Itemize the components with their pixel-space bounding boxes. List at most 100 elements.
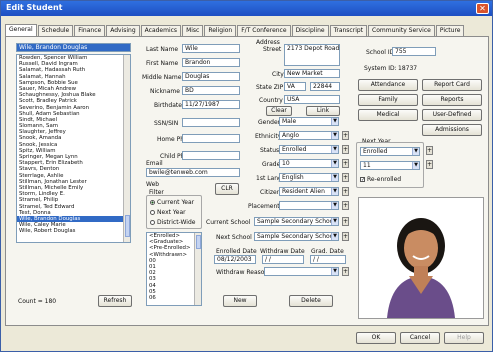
ethnicity-add-button[interactable]: + — [342, 131, 349, 140]
web-list-scrollbar[interactable] — [194, 233, 201, 305]
tab-finance[interactable]: Finance — [74, 25, 106, 36]
ethnicity-label: Ethnicity — [255, 133, 282, 140]
user-defined-button[interactable]: User-Defined — [422, 109, 482, 121]
tab-community-service[interactable]: Community Service — [368, 25, 435, 36]
district-wide-radio[interactable]: District-Wide — [150, 219, 195, 226]
enrolled-date-field[interactable]: 08/12/2003 — [214, 255, 256, 264]
ok-button[interactable]: OK — [356, 332, 396, 344]
birthdate-field[interactable]: 11/27/1987 — [182, 100, 240, 109]
tab-f-t-conference[interactable]: F/T Conference — [237, 25, 291, 36]
country-label: Country — [259, 97, 283, 104]
placement-add-button[interactable]: + — [342, 201, 349, 210]
grade-add-button[interactable]: + — [342, 159, 349, 168]
tab-advising[interactable]: Advising — [106, 25, 140, 36]
ethnicity-select[interactable]: Anglo ▼ — [279, 131, 339, 140]
nickname-label: Nickname — [150, 88, 180, 95]
next-year-status-select[interactable]: Enrolled ▼ — [360, 147, 420, 156]
ssn-field[interactable] — [182, 118, 240, 127]
report-card-button[interactable]: Report Card — [422, 79, 482, 91]
last-name-field[interactable]: Wile — [182, 44, 240, 53]
ssn-label: SSN/SIN — [154, 120, 179, 127]
citizen-select[interactable]: Resident Alien ▼ — [279, 187, 339, 196]
school-id-label: School ID — [366, 49, 395, 56]
delete-button[interactable]: Delete — [289, 295, 333, 307]
student-list[interactable]: Rowden, Spencer William Russell, David In… — [16, 54, 131, 243]
next-grade-add-button[interactable]: + — [426, 160, 433, 169]
state-field[interactable]: VA — [284, 82, 306, 91]
next-school-add-button[interactable]: + — [342, 232, 349, 241]
medical-button[interactable]: Medical — [358, 109, 418, 121]
middle-name-field[interactable]: Douglas — [182, 72, 240, 81]
first-language-add-button[interactable]: + — [342, 173, 349, 182]
status-label: Status — [260, 147, 280, 154]
student-list-scrollbar[interactable] — [123, 55, 130, 242]
tab-misc[interactable]: Misc — [182, 25, 204, 36]
system-id-value: 18737 — [398, 65, 418, 72]
filter-group: Current Year Next Year District-Wide — [146, 195, 202, 229]
admissions-button[interactable]: Admissions — [422, 124, 482, 136]
new-button[interactable]: New — [223, 295, 257, 307]
grad-date-field[interactable]: / / — [310, 255, 346, 264]
nickname-field[interactable]: BD — [182, 86, 240, 95]
tab-religion[interactable]: Religion — [204, 25, 237, 36]
list-item[interactable]: 06 — [147, 295, 201, 301]
re-enrolled-checkbox[interactable]: ✓ Re-enrolled — [360, 176, 401, 183]
first-language-select[interactable]: English ▼ — [279, 173, 339, 182]
zip-field[interactable]: 22844 — [310, 82, 340, 91]
street-field[interactable]: 2173 Depot Road — [284, 44, 340, 66]
school-id-field[interactable]: 755 — [392, 47, 436, 56]
city-field[interactable]: New Market — [284, 69, 340, 78]
web-list[interactable]: <Enrolled> <Graduate> <Pre-Enrolled> <Withd… — [146, 232, 202, 306]
street-label: Street — [263, 46, 282, 53]
citizen-label: Citizen — [260, 189, 281, 196]
tab-general[interactable]: General — [5, 24, 37, 36]
first-name-field[interactable]: Brandon — [182, 58, 240, 67]
first-name-label: First Name — [146, 60, 179, 67]
state-zip-label: State ZIP — [256, 84, 284, 91]
web-label: Web — [146, 181, 160, 188]
next-year-group: Enrolled ▼ 11 ▼ ✓ Re-enrolled — [356, 142, 424, 188]
help-button[interactable]: Help — [444, 332, 484, 344]
grade-label: Grade — [262, 161, 281, 168]
list-item[interactable]: Wile, Robert Douglas — [17, 228, 130, 234]
placement-select[interactable]: ▼ — [279, 201, 339, 210]
grade-select[interactable]: 10 ▼ — [279, 159, 339, 168]
family-button[interactable]: Family — [358, 94, 418, 106]
clr-button[interactable]: CLR — [215, 183, 239, 195]
next-school-label: Next School — [216, 234, 252, 241]
reports-button[interactable]: Reports — [422, 94, 482, 106]
home-phone-field[interactable] — [182, 134, 240, 143]
status-add-button[interactable]: + — [342, 145, 349, 154]
attendance-button[interactable]: Attendance — [358, 79, 418, 91]
next-status-add-button[interactable]: + — [426, 146, 433, 155]
tab-picture[interactable]: Picture — [435, 25, 465, 36]
withdraw-reason-add-button[interactable]: + — [342, 267, 349, 276]
tab-academics[interactable]: Academics — [140, 25, 182, 36]
current-school-select[interactable]: Sample Secondary School ▼ — [254, 217, 339, 226]
withdraw-date-field[interactable]: / / — [262, 255, 304, 264]
refresh-button[interactable]: Refresh — [98, 295, 132, 307]
current-year-radio[interactable]: Current Year — [150, 199, 194, 206]
current-school-add-button[interactable]: + — [342, 217, 349, 226]
link-address-button[interactable]: Link — [306, 106, 340, 116]
close-icon[interactable]: ✕ — [476, 3, 489, 14]
cancel-button[interactable]: Cancel — [400, 332, 440, 344]
gender-label: Gender — [258, 119, 281, 126]
email-field[interactable]: bwile@tenweb.com — [146, 168, 240, 177]
country-field[interactable]: USA — [284, 95, 340, 104]
gender-select[interactable]: Male ▼ — [279, 117, 339, 126]
clear-address-button[interactable]: Clear — [266, 106, 292, 116]
citizen-add-button[interactable]: + — [342, 187, 349, 196]
tab-schedule[interactable]: Schedule — [37, 25, 74, 36]
next-school-select[interactable]: Sample Secondary School ▼ — [254, 232, 339, 241]
title-bar: Edit Student ✕ — [1, 1, 492, 16]
next-year-radio[interactable]: Next Year — [150, 209, 186, 216]
status-select[interactable]: Enrolled ▼ — [279, 145, 339, 154]
tab-discipline[interactable]: Discipline — [291, 25, 329, 36]
student-search-input[interactable]: Wile, Brandon Douglas — [16, 43, 131, 52]
next-year-grade-select[interactable]: 11 ▼ — [360, 161, 420, 170]
withdraw-reason-select[interactable]: ▼ — [264, 267, 339, 276]
child-phone-field[interactable] — [182, 151, 240, 160]
withdraw-reason-label: Withdraw Reason — [216, 269, 269, 276]
tab-transcript[interactable]: Transcript — [329, 25, 368, 36]
